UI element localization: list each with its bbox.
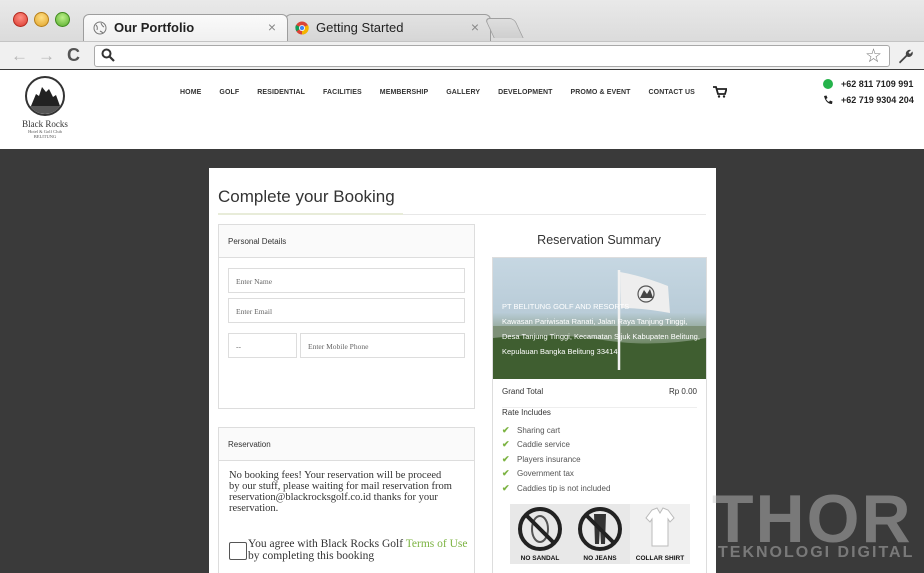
bookmark-star-icon[interactable]: ☆ bbox=[865, 45, 882, 68]
phone-number[interactable]: +62 719 9304 204 bbox=[841, 95, 914, 105]
whatsapp-icon bbox=[823, 79, 833, 89]
phone-icon bbox=[824, 95, 833, 104]
check-icon: ✔ bbox=[502, 439, 510, 450]
nav-golf[interactable]: GOLF bbox=[219, 89, 239, 96]
watermark-small: TEKNOLOGI DIGITAL bbox=[718, 544, 915, 561]
contact-info: +62 811 7109 991 +62 719 9304 204 bbox=[823, 76, 914, 108]
close-window-button[interactable] bbox=[13, 12, 28, 27]
terms-of-use-link[interactable]: Terms of Use bbox=[406, 538, 468, 550]
grand-total-value: Rp 0.00 bbox=[668, 387, 697, 396]
zoom-window-button[interactable] bbox=[55, 12, 70, 27]
title-divider-accent bbox=[218, 213, 403, 215]
collar-shirt-icon: COLLAR SHIRT bbox=[630, 504, 690, 564]
close-tab-icon[interactable]: × bbox=[471, 19, 479, 35]
whatsapp-number[interactable]: +62 811 7109 991 bbox=[841, 79, 913, 89]
forward-arrow-icon[interactable]: → bbox=[38, 46, 55, 66]
personal-details-panel: Personal Details Enter Name Enter Email … bbox=[218, 224, 475, 409]
nav-contact-us[interactable]: CONTACT US bbox=[649, 89, 695, 96]
page-title: Complete your Booking bbox=[218, 187, 395, 206]
summary-title: Reservation Summary bbox=[537, 233, 661, 247]
agree-checkbox[interactable] bbox=[229, 542, 247, 560]
chrome-icon bbox=[295, 21, 309, 35]
company-name: PT BELITUNG GOLF AND RESORTS bbox=[502, 302, 630, 311]
minimize-window-button[interactable] bbox=[34, 12, 49, 27]
browser-chrome: Getting Started × Our Portfolio × ← → C … bbox=[0, 0, 924, 69]
mobile-phone-field[interactable]: Enter Mobile Phone bbox=[300, 333, 465, 358]
nav-home[interactable]: HOME bbox=[180, 89, 201, 96]
address-bar[interactable] bbox=[94, 45, 890, 67]
check-icon: ✔ bbox=[502, 424, 510, 435]
include-text: Caddie service bbox=[517, 440, 570, 450]
nav-development[interactable]: DEVELOPMENT bbox=[498, 89, 552, 96]
include-text: Sharing cart bbox=[517, 425, 561, 435]
tab-our-portfolio[interactable]: Our Portfolio × bbox=[83, 14, 288, 41]
list-item: ✔ Sharing cart bbox=[502, 423, 610, 438]
address-line-2: Desa Tanjung Tinggi, Kecamatan Sijuk Kab… bbox=[502, 332, 700, 356]
logo-location: BELITUNG bbox=[33, 134, 57, 139]
booking-card: Complete your Booking Personal Details E… bbox=[209, 168, 716, 573]
nav-facilities[interactable]: FACILITIES bbox=[323, 89, 362, 96]
list-item: ✔ Caddies tip is not included bbox=[502, 481, 610, 496]
close-tab-icon[interactable]: × bbox=[268, 19, 276, 35]
dress-code-icons: NO SANDAL NO JEANS COLLAR SHIRT bbox=[510, 504, 690, 564]
browser-toolbar: ← → C ☆ bbox=[0, 41, 924, 69]
panel-heading: Personal Details bbox=[219, 225, 474, 258]
agree-prefix: You agree with Black Rocks Golf bbox=[248, 538, 406, 550]
grand-total-label: Grand Total bbox=[502, 387, 544, 396]
black-rocks-logo[interactable]: Black Rocks Hotel & Golf Club BELITUNG bbox=[14, 76, 76, 144]
email-field[interactable]: Enter Email bbox=[228, 298, 465, 323]
nav-promo-event[interactable]: PROMO & EVENT bbox=[571, 89, 631, 96]
search-icon bbox=[101, 48, 115, 62]
nav-gallery[interactable]: GALLERY bbox=[446, 89, 480, 96]
panel-heading: Reservation bbox=[219, 428, 474, 461]
dress-label: COLLAR SHIRT bbox=[635, 555, 685, 562]
dress-label: NO JEANS bbox=[583, 555, 617, 562]
list-item: ✔ Caddie service bbox=[502, 438, 610, 453]
globe-icon bbox=[93, 21, 107, 35]
rocks-icon bbox=[27, 87, 63, 114]
agree-suffix: by completing this booking bbox=[248, 550, 375, 562]
check-icon: ✔ bbox=[502, 482, 510, 493]
include-text: Players insurance bbox=[517, 454, 581, 464]
address-line-1: Kawasan Pariwisata Ranati, Jalan Raya Ta… bbox=[502, 317, 688, 326]
dress-label: NO SANDAL bbox=[520, 555, 560, 562]
check-icon: ✔ bbox=[502, 468, 510, 479]
site-header: Black Rocks Hotel & Golf Club BELITUNG H… bbox=[0, 70, 924, 149]
rate-includes-list: ✔ Sharing cart ✔ Caddie service ✔ Players i… bbox=[502, 423, 610, 496]
nav-residential[interactable]: RESIDENTIAL bbox=[257, 89, 305, 96]
terms-agreement: You agree with Black Rocks Golf Terms of… bbox=[229, 538, 469, 562]
name-field[interactable]: Enter Name bbox=[228, 268, 465, 293]
logo-emblem bbox=[25, 76, 65, 116]
reservation-summary: PT BELITUNG GOLF AND RESORTS Kawasan Par… bbox=[492, 257, 707, 573]
tab-title: Our Portfolio bbox=[114, 20, 195, 35]
reservation-panel: Reservation No booking fees! Your reserv… bbox=[218, 427, 475, 573]
main-navigation: HOME GOLF RESIDENTIAL FACILITIES MEMBERS… bbox=[180, 86, 727, 98]
watermark-big: THOR bbox=[712, 481, 913, 557]
check-icon: ✔ bbox=[502, 453, 510, 464]
reload-icon[interactable]: C bbox=[67, 45, 80, 66]
no-sandal-icon: NO SANDAL bbox=[510, 504, 570, 564]
nav-membership[interactable]: MEMBERSHIP bbox=[380, 89, 428, 96]
include-text: Caddies tip is not included bbox=[517, 483, 611, 493]
tab-getting-started[interactable]: Getting Started × bbox=[285, 14, 491, 41]
reservation-notice: No booking fees! Your reservation will b… bbox=[229, 470, 452, 514]
logo-name: Black Rocks bbox=[22, 119, 68, 129]
cart-icon[interactable] bbox=[712, 86, 727, 98]
back-arrow-icon[interactable]: ← bbox=[11, 46, 28, 66]
rate-includes-label: Rate Includes bbox=[502, 407, 697, 417]
country-code-select[interactable]: -- bbox=[228, 333, 297, 358]
no-jeans-icon: NO JEANS bbox=[570, 504, 630, 564]
tab-title: Getting Started bbox=[316, 20, 404, 35]
include-text: Government tax bbox=[517, 469, 574, 479]
list-item: ✔ Players insurance bbox=[502, 452, 610, 467]
list-item: ✔ Government tax bbox=[502, 467, 610, 482]
golf-course-photo: PT BELITUNG GOLF AND RESORTS Kawasan Par… bbox=[493, 258, 706, 379]
resort-address: PT BELITUNG GOLF AND RESORTS Kawasan Par… bbox=[502, 299, 702, 359]
wrench-icon[interactable] bbox=[896, 47, 914, 65]
